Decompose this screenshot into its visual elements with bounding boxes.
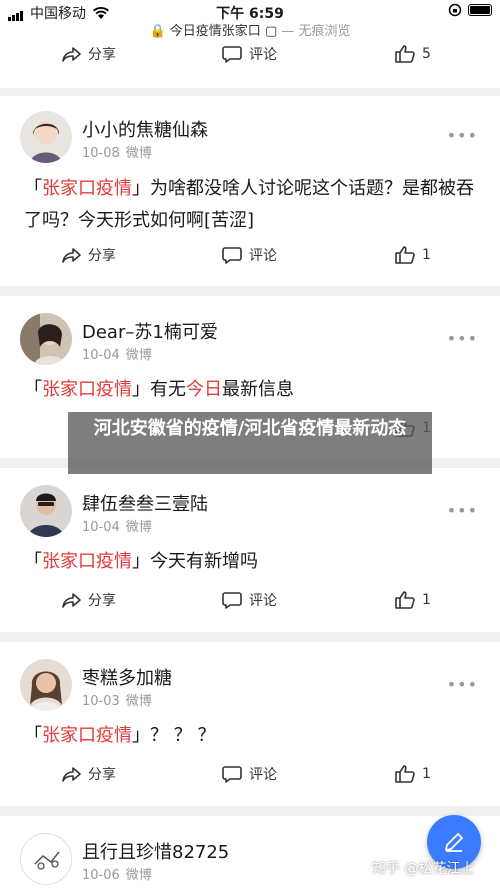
- share-icon: [62, 767, 81, 782]
- share-button[interactable]: 分享: [60, 764, 116, 784]
- avatar[interactable]: [20, 111, 72, 163]
- post-text: 「张家口疫情」今天有新增吗: [24, 551, 258, 572]
- like-button[interactable]: 1: [394, 764, 431, 784]
- post-meta: 10-04 微博: [82, 520, 152, 535]
- comment-icon: [222, 592, 242, 609]
- post-meta: 10-08 微博: [82, 146, 152, 161]
- username[interactable]: 且行且珍惜82725: [82, 838, 229, 864]
- comment-icon: [222, 46, 242, 63]
- like-button[interactable]: 1: [394, 245, 431, 265]
- url-bar[interactable]: 🔒 今日疫情张家口 ▢ — 无痕浏览: [0, 24, 500, 44]
- share-icon: [62, 47, 81, 62]
- comment-icon: [222, 247, 242, 264]
- username[interactable]: 枣糕多加糖: [82, 664, 172, 690]
- status-right: [448, 3, 492, 17]
- post-text: 「张家口疫情」有无今日最新信息: [24, 379, 294, 400]
- post-actions: 分享 评论 1: [0, 590, 500, 614]
- like-button[interactable]: 5: [394, 44, 431, 64]
- more-options-button[interactable]: •••: [447, 329, 478, 348]
- more-options-button[interactable]: •••: [447, 126, 478, 145]
- like-icon: [395, 246, 415, 264]
- avatar[interactable]: [20, 659, 72, 711]
- share-icon: [62, 248, 81, 263]
- username[interactable]: Dear–苏1楠可爱: [82, 318, 218, 344]
- comment-button[interactable]: 评论: [221, 44, 277, 64]
- post-actions: 分享 评论 1: [0, 764, 500, 788]
- username[interactable]: 肆伍叁叁三壹陆: [82, 490, 208, 516]
- like-icon: [395, 765, 415, 783]
- status-bar: 中国移动 下午 6:59: [0, 0, 500, 24]
- comment-button[interactable]: 评论: [221, 245, 277, 265]
- post-card: 枣糕多加糖 10-03 微博 ••• 「张家口疫情」？ ？ ？ 分享 评论 1: [0, 642, 500, 806]
- username[interactable]: 小小的焦糖仙森: [82, 116, 208, 142]
- post-card: 分享 评论 5: [0, 44, 500, 88]
- post-meta: 10-03 微博: [82, 694, 152, 709]
- lock-icon: 🔒: [149, 24, 166, 39]
- avatar[interactable]: [20, 313, 72, 365]
- avatar[interactable]: [20, 485, 72, 537]
- clock: 下午 6:59: [216, 6, 284, 22]
- post-card: 肆伍叁叁三壹陆 10-04 微博 ••• 「张家口疫情」今天有新增吗 分享 评论 …: [0, 468, 500, 632]
- post-meta: 10-06 微博: [82, 868, 152, 883]
- share-button[interactable]: 分享: [60, 245, 116, 265]
- battery-icon: [468, 4, 492, 16]
- share-icon: [62, 593, 81, 608]
- comment-button[interactable]: 评论: [221, 764, 277, 784]
- watermark: 知乎 @松花江上: [372, 861, 475, 877]
- avatar[interactable]: [20, 833, 72, 885]
- private-mode-label: — 无痕浏览: [281, 24, 351, 39]
- more-options-button[interactable]: •••: [447, 675, 478, 694]
- share-button[interactable]: 分享: [60, 44, 116, 64]
- comment-icon: [222, 766, 242, 783]
- post-actions: 分享 评论 1: [0, 245, 500, 269]
- post-text: 「张家口疫情」？ ？ ？: [24, 725, 216, 746]
- post-meta: 10-04 微博: [82, 348, 152, 363]
- share-button[interactable]: 分享: [60, 590, 116, 610]
- edit-icon: [445, 833, 463, 852]
- more-options-button[interactable]: •••: [447, 501, 478, 520]
- comment-button[interactable]: 评论: [221, 590, 277, 610]
- like-button[interactable]: 1: [394, 590, 431, 610]
- post-actions: 分享 评论 5: [0, 44, 500, 68]
- post-card: 小小的焦糖仙森 10-08 微博 ••• 「张家口疫情」为啥都没啥人讨论呢这个话题…: [0, 96, 500, 286]
- overlay-title: 河北安徽省的疫情/河北省疫情最新动态: [68, 412, 432, 474]
- post-text: 「张家口疫情」为啥都没啥人讨论呢这个话题？是都被吞了吗？今天形式如何啊[苦涩]: [24, 178, 474, 231]
- url-title: 今日疫情张家口: [169, 24, 261, 39]
- tab-icon: ▢: [264, 24, 278, 39]
- like-icon: [395, 45, 415, 63]
- like-icon: [395, 591, 415, 609]
- rotation-lock-icon: [448, 3, 462, 17]
